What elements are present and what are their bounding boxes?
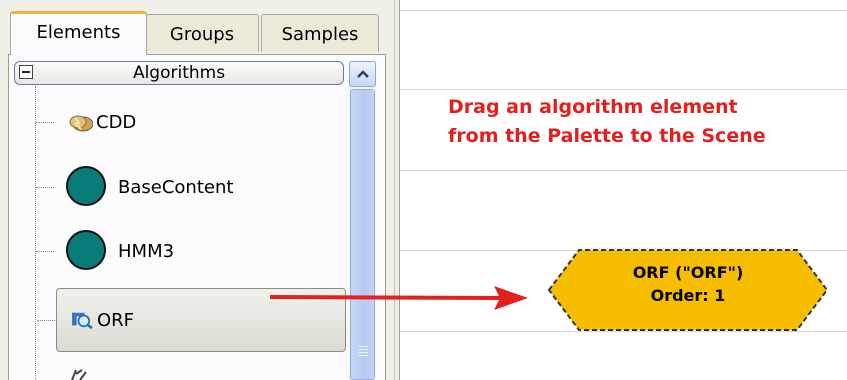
grip-line [359, 352, 368, 353]
grid-line [400, 10, 847, 11]
grid-line [400, 89, 847, 90]
tree-branch [36, 187, 54, 188]
tree-branch [36, 122, 54, 123]
grip-line [359, 349, 368, 350]
item-label: BaseContent [118, 177, 234, 198]
palette-panel: Elements Groups Samples Algorithms CDD B… [0, 0, 394, 380]
palette-item-cdd[interactable]: CDD [36, 94, 346, 152]
item-label: HMM3 [118, 241, 175, 262]
tab-groups[interactable]: Groups [145, 14, 259, 52]
category-label: Algorithms [132, 63, 226, 83]
scroll-up-button[interactable] [349, 61, 376, 87]
palette-item-orf[interactable]: ORF [37, 288, 346, 352]
palette-scrollbar[interactable] [349, 61, 376, 380]
node-title: ORF ("ORF") [632, 263, 744, 282]
instruction-line-1: Drag an algorithm element [448, 96, 738, 118]
node-order: Order: 1 [650, 286, 726, 305]
grip-line [359, 355, 368, 356]
teal-circle-icon [66, 230, 106, 270]
grip-line [359, 346, 368, 347]
item-label: CDD [96, 112, 137, 133]
instruction-text: Drag an algorithm element from the Palet… [448, 93, 843, 151]
next-item-icon [71, 369, 87, 380]
teal-circle-icon [66, 166, 106, 206]
item-label: ORF [97, 310, 135, 331]
tree-branch [36, 251, 54, 252]
cdd-icon [69, 115, 93, 132]
grid-line [400, 170, 847, 171]
node-text: ORF ("ORF") Order: 1 [547, 261, 829, 307]
tree-connector [35, 86, 36, 380]
instruction-line-2: from the Palette to the Scene [448, 125, 766, 147]
next-item-label [104, 366, 124, 380]
tree-branch [37, 320, 55, 321]
palette-item-hmm3[interactable]: HMM3 [36, 223, 346, 281]
workflow-node-orf[interactable]: ORF ("ORF") Order: 1 [547, 248, 829, 332]
tab-samples[interactable]: Samples [261, 14, 379, 52]
palette-item-basecontent[interactable]: BaseContent [36, 159, 346, 217]
scroll-thumb[interactable] [350, 89, 375, 380]
chevron-up-icon [356, 70, 369, 78]
tab-elements[interactable]: Elements [10, 11, 147, 55]
orf-search-icon [72, 312, 93, 329]
category-header-algorithms[interactable]: Algorithms [14, 61, 344, 85]
